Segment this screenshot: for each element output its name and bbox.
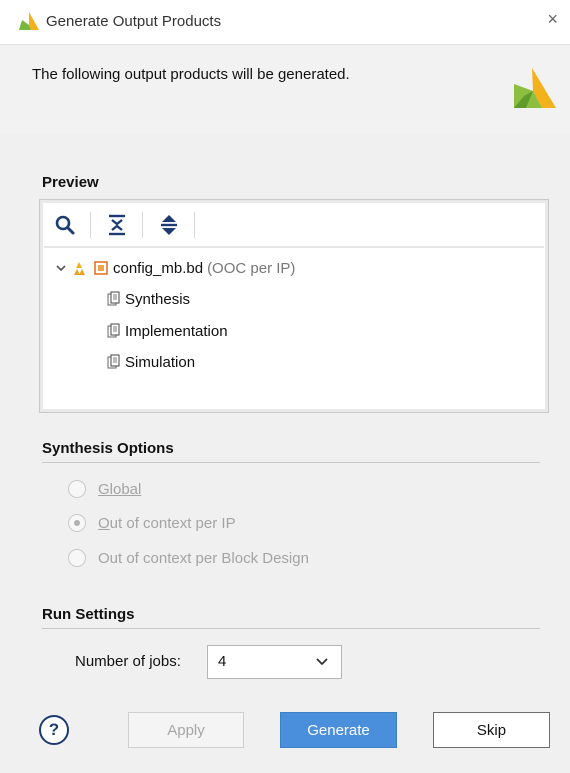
intro-text: The following output products will be ge… [32,66,350,83]
window-title: Generate Output Products [46,13,222,30]
expand-all-icon[interactable] [156,212,182,238]
help-button[interactable]: ? [39,715,69,745]
chevron-down-icon[interactable] [54,261,68,275]
radio-out-of-context-per-ip[interactable]: Out of context per IP [68,514,236,532]
tree-item-implementation[interactable]: Implementation [106,320,228,342]
tree-item-config-mb[interactable]: config_mb.bd (OOC per IP) [54,257,295,279]
title-bar: Generate Output Products × [0,0,570,45]
close-icon[interactable]: × [547,9,558,30]
preview-panel: config_mb.bd (OOC per IP) Synthesis Impl… [39,199,549,413]
vivado-logo-icon [19,12,39,30]
radio-out-of-context-per-block-design[interactable]: Out of context per Block Design [68,549,309,567]
bd-file-icon [94,261,108,275]
toolbar-separator [142,212,143,238]
generate-button[interactable]: Generate [280,712,397,748]
apply-button[interactable]: Apply [128,712,244,748]
search-icon[interactable] [52,212,78,238]
chevron-down-icon [316,658,328,666]
skip-button[interactable]: Skip [433,712,550,748]
toolbar-separator [90,212,91,238]
vivado-logo-icon [514,68,556,108]
file-copy-icon [107,323,120,338]
tree-item-synthesis[interactable]: Synthesis [106,288,190,310]
tree-root-label: config_mb.bd [113,259,204,277]
jobs-label: Number of jobs: [75,653,181,670]
tree-root-suffix: (OOC per IP) [207,259,296,277]
radio-label: Out of context per IP [98,514,236,532]
collapse-all-icon[interactable] [104,212,130,238]
jobs-select[interactable]: 4 [207,645,342,679]
radio-button-selected[interactable] [68,514,86,532]
radio-button[interactable] [68,549,86,567]
preview-tree: config_mb.bd (OOC per IP) Synthesis Impl… [44,250,544,408]
radio-label-rest: ut of context per IP [109,514,236,532]
section-divider [42,462,540,463]
section-divider [42,628,540,629]
radio-label: Out of context per Block Design [98,549,309,567]
run-settings-title: Run Settings [42,606,135,623]
tree-child-label: Synthesis [125,290,191,308]
tree-child-label: Implementation [125,322,228,340]
tree-child-label: Simulation [125,353,196,371]
tree-item-simulation[interactable]: Simulation [106,351,195,373]
radio-global[interactable]: Global [68,480,141,498]
file-copy-icon [107,354,120,369]
jobs-select-value: 4 [218,653,227,670]
radio-label: Global [98,480,142,498]
toolbar-separator [194,212,195,238]
block-design-icon [74,262,85,275]
dialog-header: The following output products will be ge… [0,45,570,133]
preview-section-title: Preview [42,174,99,191]
synthesis-options-title: Synthesis Options [42,440,174,457]
file-copy-icon [107,291,120,306]
preview-toolbar [44,204,544,248]
radio-button[interactable] [68,480,86,498]
